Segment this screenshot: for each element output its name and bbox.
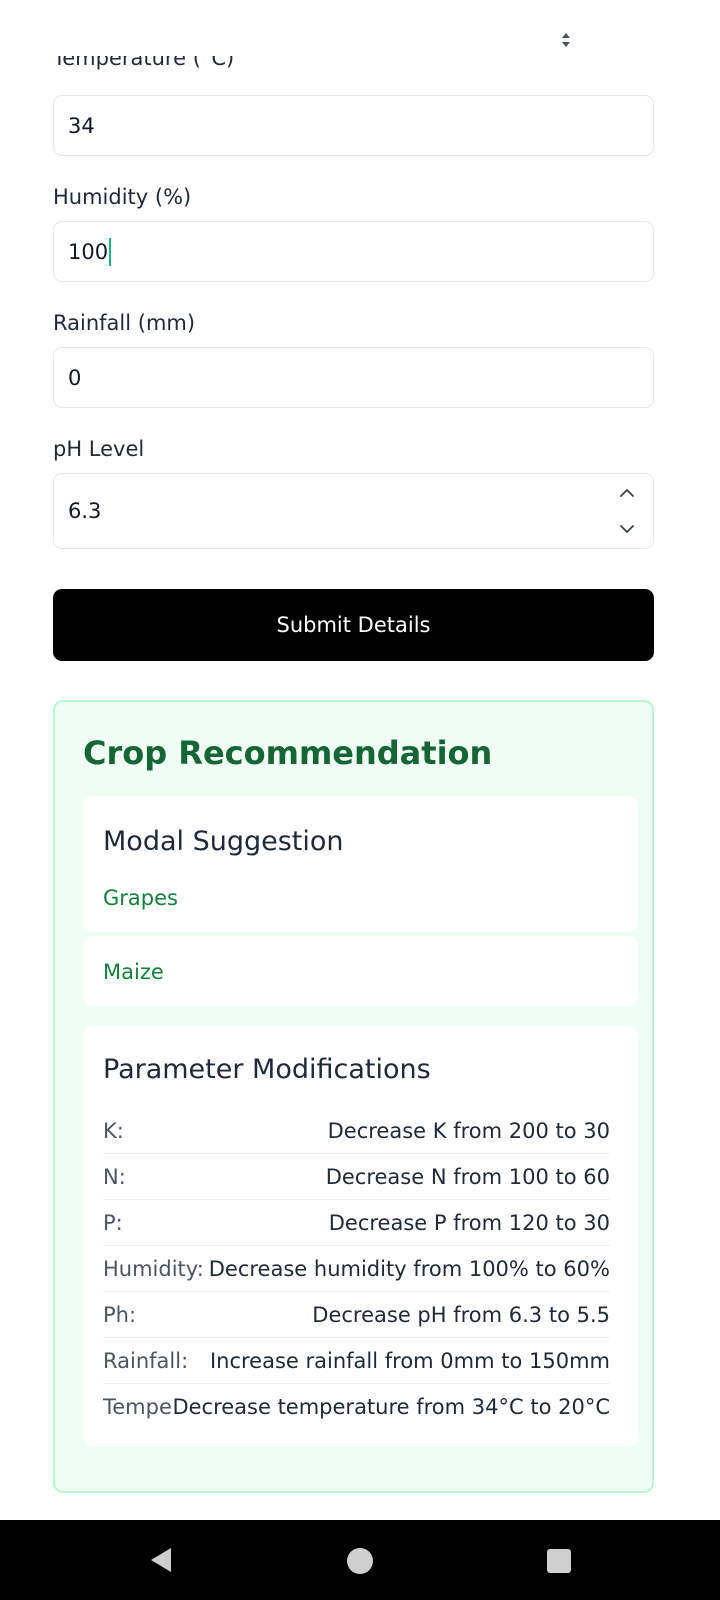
model-suggestion-card: Modal Suggestion Grapes [83,796,638,932]
temperature-label: Temperature (°C) [53,56,235,70]
submit-details-button[interactable]: Submit Details [53,589,654,661]
modification-row-k: K: Decrease K from 200 to 30 [103,1108,610,1154]
humidity-value: 100 [68,239,109,264]
crop-recommendation-title: Crop Recommendation [83,734,493,772]
home-icon[interactable] [346,1547,374,1575]
modification-key: Humidity: [103,1256,204,1281]
modification-value: Decrease humidity from 100% to 60% [208,1256,610,1281]
modification-key: K: [103,1118,124,1143]
modification-value: Decrease pH from 6.3 to 5.5 [312,1302,610,1327]
modification-row-temperature: Tempe Decrease temperature from 34°C to … [103,1384,610,1430]
ph-label: pH Level [53,437,145,461]
ph-input[interactable]: 6.3 [53,473,654,549]
modification-key: Rainfall: [103,1348,189,1373]
chevron-up-icon[interactable] [619,488,635,498]
modification-value: Decrease N from 100 to 60 [325,1164,610,1189]
modification-key: Tempe [103,1395,172,1419]
ph-value: 6.3 [68,499,102,523]
model-suggestion-card-2: Maize [83,936,638,1006]
text-caret [109,237,112,266]
temperature-value: 34 [68,113,95,138]
model-suggestion-heading: Modal Suggestion [103,826,344,857]
modification-row-humidity: Humidity: Decrease humidity from 100% to… [103,1246,610,1292]
rainfall-input[interactable]: 0 [53,347,654,408]
rainfall-value: 0 [68,365,82,390]
modification-key: Ph: [103,1302,137,1327]
ph-stepper[interactable] [617,488,637,534]
suggestion-crop-1: Grapes [103,886,178,910]
humidity-label: Humidity (%) [53,185,192,209]
suggestion-crop-2: Maize [103,960,164,984]
temperature-input[interactable]: 34 [53,95,654,156]
modification-value: Decrease P from 120 to 30 [328,1210,610,1235]
modification-key: P: [103,1210,123,1235]
modification-key: N: [103,1164,126,1189]
chevron-down-icon[interactable] [619,524,635,534]
crop-recommendation-panel: Crop Recommendation Modal Suggestion Gra… [53,700,654,1493]
modification-row-n: N: Decrease N from 100 to 60 [103,1154,610,1200]
parameter-modifications-card: Parameter Modifications K: Decrease K fr… [83,1026,638,1447]
modification-row-p: P: Decrease P from 120 to 30 [103,1200,610,1246]
parameter-modifications-heading: Parameter Modifications [103,1054,431,1085]
modification-row-ph: Ph: Decrease pH from 6.3 to 5.5 [103,1292,610,1338]
back-icon[interactable] [148,1546,174,1574]
system-navigation-bar [0,1520,720,1600]
humidity-input[interactable]: 100 [53,221,654,282]
rainfall-label: Rainfall (mm) [53,311,196,335]
modification-value: Decrease K from 200 to 30 [327,1118,610,1143]
modification-row-rainfall: Rainfall: Increase rainfall from 0mm to … [103,1338,610,1384]
modification-value: Increase rainfall from 0mm to 150mm [209,1348,610,1373]
recents-icon[interactable] [546,1548,572,1574]
select-sort-icon[interactable] [560,30,572,50]
modification-value: Decrease temperature from 34°C to 20°C [172,1395,610,1419]
